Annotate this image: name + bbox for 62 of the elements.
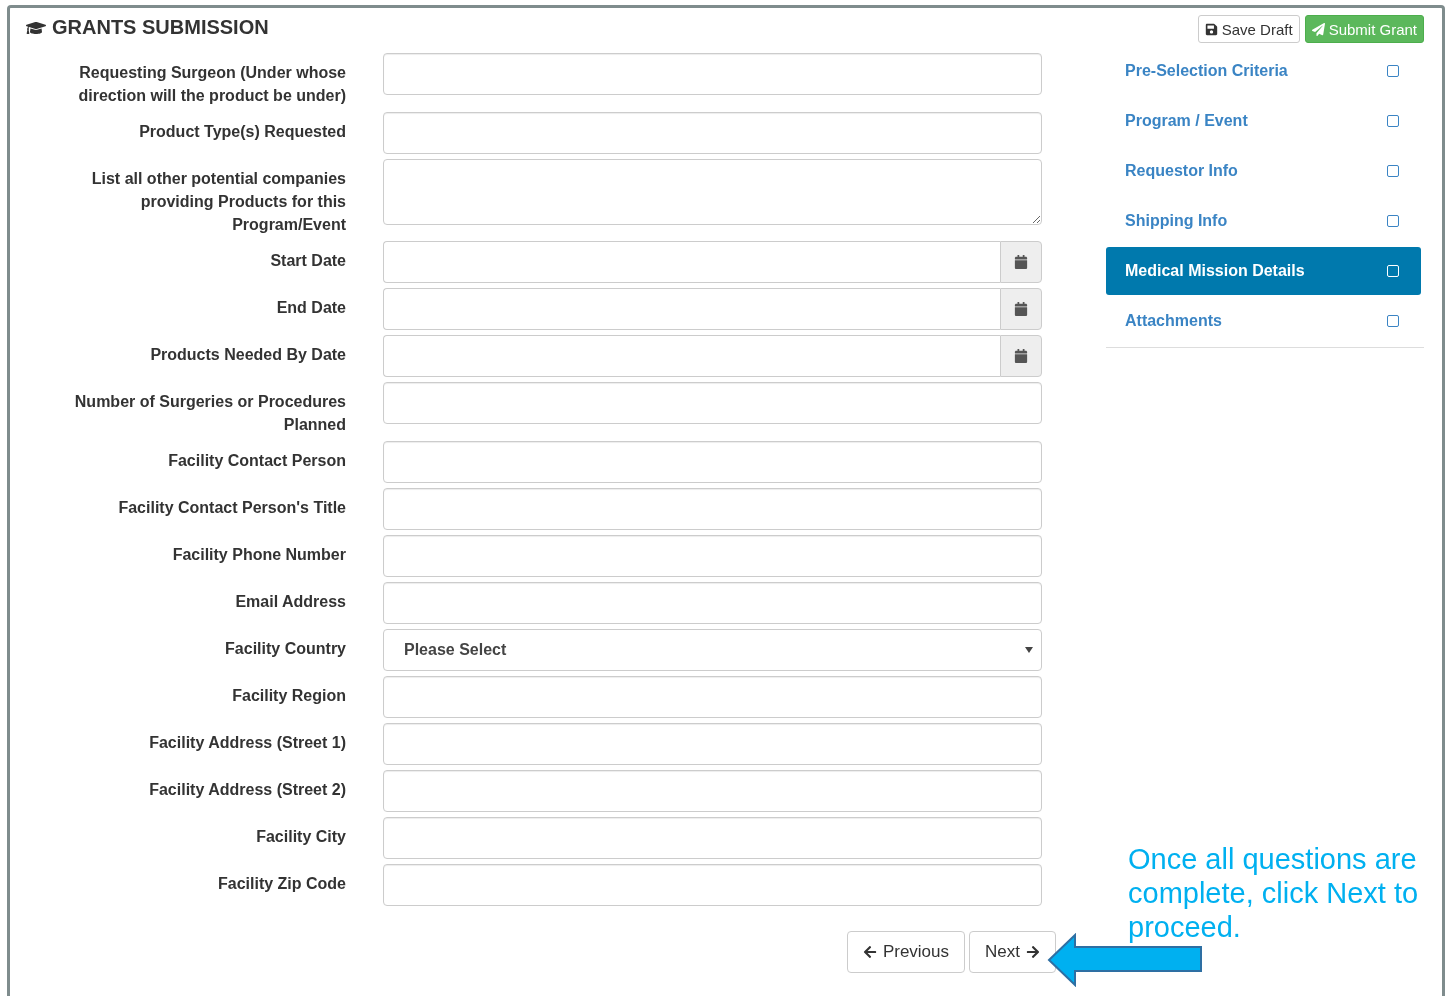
field-label: End Date <box>275 298 346 318</box>
save-button[interactable]: Save Draft <box>1197 15 1300 43</box>
previous-button[interactable]: Previous <box>846 931 966 973</box>
checkbox[interactable] <box>1387 315 1399 327</box>
date-field[interactable] <box>383 288 1000 330</box>
text-area[interactable] <box>383 159 1042 225</box>
text-field[interactable] <box>383 441 1042 483</box>
step-item[interactable]: Shipping Info <box>1106 197 1421 245</box>
checkbox[interactable] <box>1387 165 1399 177</box>
caret-icon <box>1025 647 1033 653</box>
text-field[interactable] <box>383 817 1042 859</box>
calendar-button[interactable] <box>1000 335 1042 377</box>
step-item[interactable]: Requestor Info <box>1106 147 1421 195</box>
calendar-button[interactable] <box>1000 288 1042 330</box>
field-label: Product Type(s) Requested <box>138 122 346 142</box>
title-text: GRANTS SUBMISSION <box>52 16 269 39</box>
field-label: Facility Contact Person's Title <box>117 498 346 518</box>
date-field[interactable] <box>383 335 1000 377</box>
field-label: Facility City <box>255 827 346 847</box>
text-field[interactable] <box>383 676 1042 718</box>
date-field[interactable] <box>383 241 1000 283</box>
field-label: Start Date <box>269 251 346 271</box>
checkbox[interactable] <box>1387 215 1399 227</box>
calendar-icon <box>1014 255 1028 269</box>
step-item[interactable]: Pre-Selection Criteria <box>1106 47 1421 95</box>
field-label: Facility Region <box>231 686 346 706</box>
field-label: Number of Surgeries or Procedures Planned <box>73 392 346 435</box>
field-label: List all other potential companies providing Products for this Program/Event <box>90 169 346 235</box>
field-label: Facility Phone Number <box>171 545 346 565</box>
save-icon <box>1204 22 1218 36</box>
text-field[interactable] <box>383 53 1042 95</box>
arrow-left-icon <box>862 945 877 959</box>
next-button[interactable]: Next <box>969 931 1056 973</box>
step-item[interactable]: Attachments <box>1106 297 1421 345</box>
step-item[interactable]: Medical Mission Details <box>1106 247 1421 295</box>
text-field[interactable] <box>383 582 1042 624</box>
field-label: Email Address <box>234 592 346 612</box>
calendar-icon <box>1014 349 1028 363</box>
field-label: Requesting Surgeon (Under whose direction will the product be under) <box>77 63 346 106</box>
text-field[interactable] <box>383 535 1042 577</box>
instruction-note: Once all questions are complete, click Next to proceed. <box>1127 842 1420 944</box>
arrow-right-icon <box>1026 945 1040 959</box>
field-label: Facility Address (Street 2) <box>148 780 346 800</box>
country-select[interactable]: Please Select <box>383 629 1042 671</box>
text-field[interactable] <box>383 382 1042 424</box>
paper-plane-icon <box>1311 22 1325 36</box>
text-field[interactable] <box>383 770 1042 812</box>
checkbox[interactable] <box>1387 115 1399 127</box>
submit-button[interactable]: Submit Grant <box>1304 15 1424 43</box>
field-label: Facility Address (Street 1) <box>148 733 346 753</box>
field-label: Products Needed By Date <box>149 345 346 365</box>
field-label: Facility Zip Code <box>217 874 346 894</box>
field-label: Facility Country <box>224 639 346 659</box>
text-field[interactable] <box>383 488 1042 530</box>
calendar-icon <box>1014 302 1028 316</box>
checkbox[interactable] <box>1387 65 1399 77</box>
field-label: Facility Contact Person <box>167 451 346 471</box>
calendar-button[interactable] <box>1000 241 1042 283</box>
step-item[interactable]: Program / Event <box>1106 97 1421 145</box>
text-field[interactable] <box>383 723 1042 765</box>
text-field[interactable] <box>383 112 1042 154</box>
text-field[interactable] <box>383 864 1042 906</box>
